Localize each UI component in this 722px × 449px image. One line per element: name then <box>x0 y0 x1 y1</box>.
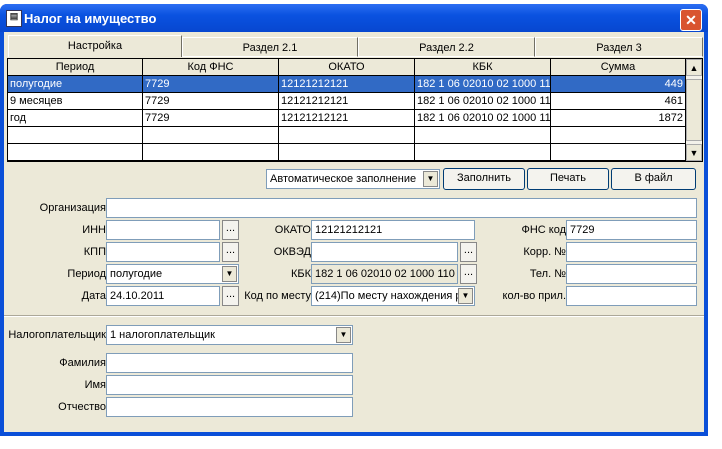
attachments-field[interactable] <box>566 286 697 306</box>
table-cell[interactable]: 461 <box>551 93 686 110</box>
table-cell[interactable]: 182 1 06 02010 02 1000 11 <box>415 76 551 93</box>
organization-label: Организация <box>39 202 106 214</box>
phone-field[interactable] <box>566 264 697 284</box>
scroll-down-icon[interactable]: ▼ <box>686 144 702 161</box>
table-cell[interactable] <box>143 144 279 161</box>
name-field[interactable] <box>106 375 353 395</box>
corr-number-field[interactable] <box>566 242 697 262</box>
table-cell[interactable] <box>8 144 143 161</box>
table-cell[interactable] <box>279 144 415 161</box>
surname-label: Фамилия <box>59 357 106 369</box>
title-bar[interactable]: ▤ Налог на имущество ✕ <box>0 4 708 32</box>
table-cell[interactable]: 182 1 06 02010 02 1000 11 <box>415 110 551 127</box>
tab-section-2-1[interactable]: Раздел 2.1 <box>182 37 358 57</box>
period-select[interactable]: полугодие ▼ <box>106 264 239 284</box>
place-code-value: (214)По месту нахождения р <box>315 290 462 302</box>
table-cell[interactable]: 7729 <box>143 76 279 93</box>
kbk-field[interactable]: 182 1 06 02010 02 1000 110 <box>311 264 458 284</box>
close-button[interactable]: ✕ <box>680 9 702 31</box>
inn-label: ИНН <box>82 224 106 236</box>
tab-section-3[interactable]: Раздел 3 <box>535 37 703 57</box>
patronymic-label: Отчество <box>58 401 106 413</box>
attachments-label: кол-во прил. <box>502 290 566 302</box>
kbk-label: КБК <box>290 268 311 280</box>
to-file-button[interactable]: В файл <box>611 168 696 190</box>
data-grid: Период Код ФНС ОКАТО КБК Сумма полугодие 7729 1… <box>7 58 703 162</box>
scroll-thumb[interactable] <box>686 79 702 141</box>
table-cell[interactable]: год <box>8 110 143 127</box>
tab-section-2-2[interactable]: Раздел 2.2 <box>358 37 535 57</box>
column-header[interactable]: КБК <box>415 59 551 76</box>
inn-field[interactable] <box>106 220 220 240</box>
table-cell[interactable]: 12121212121 <box>279 110 415 127</box>
okato-label: ОКАТО <box>274 224 311 236</box>
table-cell[interactable]: 9 месяцев <box>8 93 143 110</box>
date-label: Дата <box>81 290 106 302</box>
chevron-down-icon: ▼ <box>336 327 351 343</box>
taxpayer-select[interactable]: 1 налогоплательщик ▼ <box>106 325 353 345</box>
okved-field[interactable] <box>311 242 458 262</box>
table-cell[interactable] <box>551 127 686 144</box>
kbk-lookup-button[interactable]: ... <box>460 264 477 284</box>
organization-field[interactable] <box>106 198 697 218</box>
table-cell[interactable] <box>415 127 551 144</box>
fill-button[interactable]: Заполнить <box>443 168 525 190</box>
column-header[interactable]: Код ФНС <box>143 59 279 76</box>
table-cell[interactable]: 12121212121 <box>279 76 415 93</box>
chevron-down-icon: ▼ <box>458 288 473 304</box>
date-field[interactable]: 24.10.2011 <box>106 286 220 306</box>
chevron-down-icon: ▼ <box>423 171 438 187</box>
kpp-field[interactable] <box>106 242 220 262</box>
table-cell[interactable]: 7729 <box>143 110 279 127</box>
table-cell[interactable]: 449 <box>551 76 686 93</box>
taxpayer-label: Налогоплательщик <box>8 329 106 341</box>
tab-settings[interactable]: Настройка <box>8 35 182 57</box>
okato-field[interactable]: 12121212121 <box>311 220 475 240</box>
kpp-label: КПП <box>83 246 106 258</box>
table-cell[interactable] <box>143 127 279 144</box>
fill-mode-value: Автоматическое заполнение <box>270 173 417 185</box>
fill-mode-select[interactable]: Автоматическое заполнение ▼ <box>266 169 440 189</box>
table-cell[interactable]: 182 1 06 02010 02 1000 11 <box>415 93 551 110</box>
surname-field[interactable] <box>106 353 353 373</box>
window: ▤ Налог на имущество ✕ Настройка Раздел … <box>0 4 708 436</box>
table-cell[interactable]: 1872 <box>551 110 686 127</box>
phone-label: Тел. № <box>529 268 566 280</box>
fns-code-field[interactable]: 7729 <box>566 220 697 240</box>
table-cell[interactable] <box>551 144 686 161</box>
taxpayer-value: 1 налогоплательщик <box>110 329 215 341</box>
patronymic-field[interactable] <box>106 397 353 417</box>
table-cell[interactable]: полугодие <box>8 76 143 93</box>
corr-number-label: Корр. № <box>523 246 566 258</box>
client-area: Настройка Раздел 2.1 Раздел 2.2 Раздел 3… <box>4 32 704 432</box>
separator <box>4 315 704 317</box>
period-label: Период <box>67 268 106 280</box>
table-cell[interactable]: 7729 <box>143 93 279 110</box>
name-label: Имя <box>84 379 106 391</box>
table-cell[interactable]: 12121212121 <box>279 93 415 110</box>
table-cell[interactable] <box>415 144 551 161</box>
table-cell[interactable] <box>279 127 415 144</box>
place-code-label: Код по месту <box>244 290 311 302</box>
vertical-scrollbar[interactable]: ▲ ▼ <box>686 59 702 161</box>
column-header[interactable]: Сумма <box>551 59 686 76</box>
table-cell[interactable] <box>8 127 143 144</box>
period-value: полугодие <box>110 268 163 280</box>
fns-code-label: ФНС код <box>521 224 566 236</box>
scroll-up-icon[interactable]: ▲ <box>686 59 702 76</box>
place-code-select[interactable]: (214)По месту нахождения р ▼ <box>311 286 475 306</box>
print-button[interactable]: Печать <box>527 168 609 190</box>
column-header[interactable]: ОКАТО <box>279 59 415 76</box>
column-header[interactable]: Период <box>8 59 143 76</box>
window-title: Налог на имущество <box>24 11 157 26</box>
app-icon: ▤ <box>6 10 22 27</box>
okved-label: ОКВЭД <box>273 246 311 258</box>
okved-lookup-button[interactable]: ... <box>460 242 477 262</box>
